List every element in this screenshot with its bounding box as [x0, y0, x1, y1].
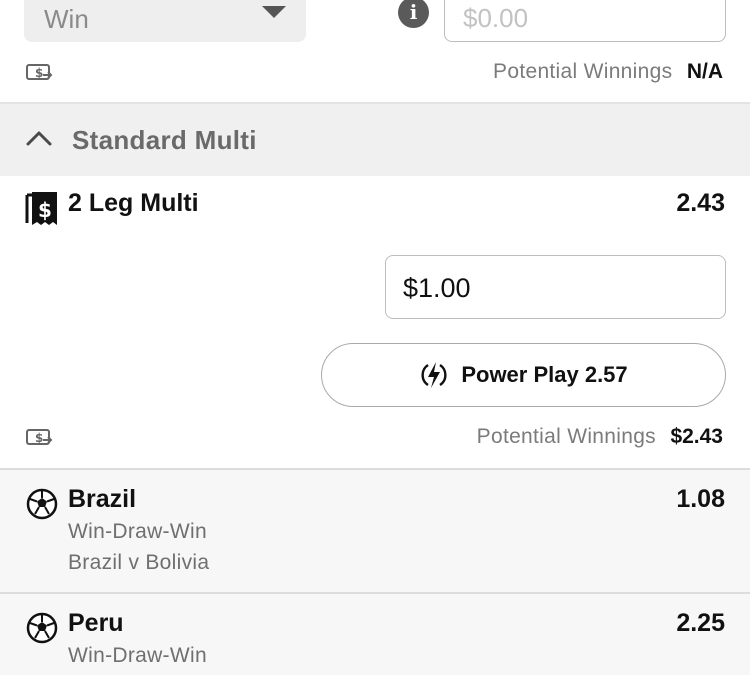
section-header-standard-multi[interactable]: Standard Multi [0, 104, 750, 176]
leg-event: Brazil v Bolivia [68, 551, 210, 574]
potential-winnings-multi: Potential Winnings $2.43 [477, 425, 723, 449]
potential-winnings-value: $2.43 [670, 425, 723, 448]
stake-placeholder: $0.00 [463, 3, 529, 33]
potential-winnings-label: Potential Winnings [476, 425, 656, 448]
multi-odds: 2.43 [676, 189, 725, 217]
info-icon[interactable]: i [398, 0, 429, 28]
stake-input-top[interactable]: $0.00 [444, 0, 726, 42]
potential-winnings-value: N/A [686, 60, 723, 83]
leg-selection: Peru [68, 609, 124, 637]
chevron-up-icon[interactable] [26, 130, 52, 146]
bet-type-select[interactable]: Win [24, 0, 306, 42]
svg-text:$: $ [35, 431, 43, 445]
bet-type-value: Win [44, 4, 89, 34]
lightning-bolt-icon [421, 362, 447, 388]
leg-item[interactable]: Brazil 1.08 Win-Draw-Win Brazil v Bolivi… [0, 470, 750, 592]
potential-winnings-top: Potential Winnings N/A [493, 60, 723, 84]
receipt-icon: $ [25, 192, 57, 225]
leg-item[interactable]: Peru 2.25 Win-Draw-Win [0, 594, 750, 675]
svg-text:$: $ [35, 66, 43, 80]
section-title: Standard Multi [72, 125, 257, 155]
leg-market: Win-Draw-Win [68, 644, 207, 667]
soccer-ball-icon [26, 488, 58, 520]
caret-down-icon [262, 6, 286, 18]
soccer-ball-icon [26, 612, 58, 644]
cash-out-icon: $ [26, 429, 53, 445]
leg-odds: 1.08 [676, 485, 725, 513]
stake-value: $1.00 [403, 273, 471, 303]
cash-out-icon: $ [26, 64, 53, 80]
potential-winnings-label: Potential Winnings [493, 60, 673, 83]
power-play-label: Power Play 2.57 [461, 362, 628, 387]
stake-input-multi[interactable]: $1.00 [385, 255, 726, 319]
svg-text:$: $ [38, 198, 52, 222]
leg-market: Win-Draw-Win [68, 520, 207, 543]
multi-title: 2 Leg Multi [68, 189, 199, 217]
leg-odds: 2.25 [676, 609, 725, 637]
leg-selection: Brazil [68, 485, 137, 513]
power-play-button[interactable]: Power Play 2.57 [321, 343, 726, 407]
